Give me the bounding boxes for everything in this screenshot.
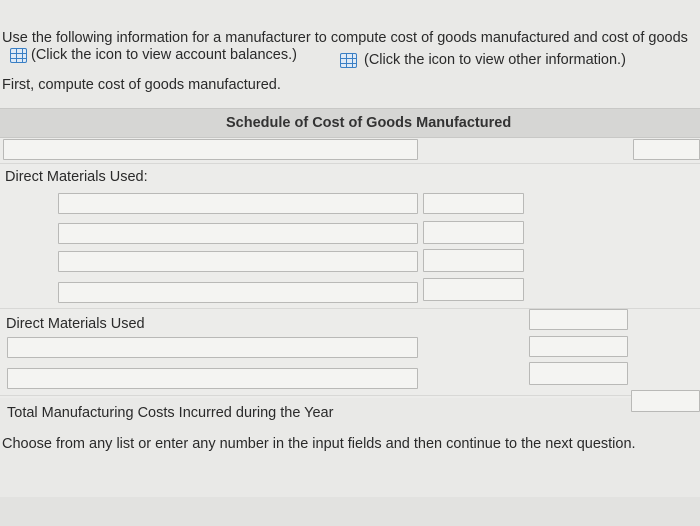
direct-materials-heading: Direct Materials Used: (5, 169, 148, 185)
materials-label-input-2[interactable] (58, 223, 418, 244)
cost-label-input-2[interactable] (7, 368, 418, 389)
footer-hint: Choose from any list or enter any number… (2, 436, 636, 452)
materials-label-input-1[interactable] (58, 193, 418, 214)
instruction-text: Use the following information for a manu… (2, 30, 688, 46)
account-balances-link[interactable]: (Click the icon to view account balances… (31, 47, 297, 63)
row-divider (0, 163, 700, 164)
cost-amount-input-2[interactable] (529, 362, 628, 385)
row-divider (0, 395, 700, 396)
schedule-label-input-1[interactable] (3, 139, 418, 160)
total-manufacturing-costs-label: Total Manufacturing Costs Incurred durin… (7, 405, 334, 421)
materials-amount-input-3[interactable] (423, 249, 524, 272)
materials-label-input-3[interactable] (58, 251, 418, 272)
cost-amount-input-1[interactable] (529, 336, 628, 357)
other-information-grid-icon[interactable] (340, 53, 357, 68)
materials-label-input-4[interactable] (58, 282, 418, 303)
bottom-toolbar (0, 497, 700, 526)
cost-label-input-1[interactable] (7, 337, 418, 358)
schedule-total-amount-input-1[interactable] (633, 139, 700, 160)
other-information-link[interactable]: (Click the icon to view other informatio… (364, 52, 626, 68)
materials-amount-input-4[interactable] (423, 278, 524, 301)
instruction-first-step: First, compute cost of goods manufacture… (2, 77, 281, 93)
direct-materials-used-amount[interactable] (529, 309, 628, 330)
materials-amount-input-1[interactable] (423, 193, 524, 214)
materials-amount-input-2[interactable] (423, 221, 524, 244)
schedule-title: Schedule of Cost of Goods Manufactured (226, 115, 512, 131)
account-balances-grid-icon[interactable] (10, 48, 27, 63)
direct-materials-used-label: Direct Materials Used (6, 316, 145, 332)
total-manufacturing-costs-amount[interactable] (631, 390, 700, 412)
